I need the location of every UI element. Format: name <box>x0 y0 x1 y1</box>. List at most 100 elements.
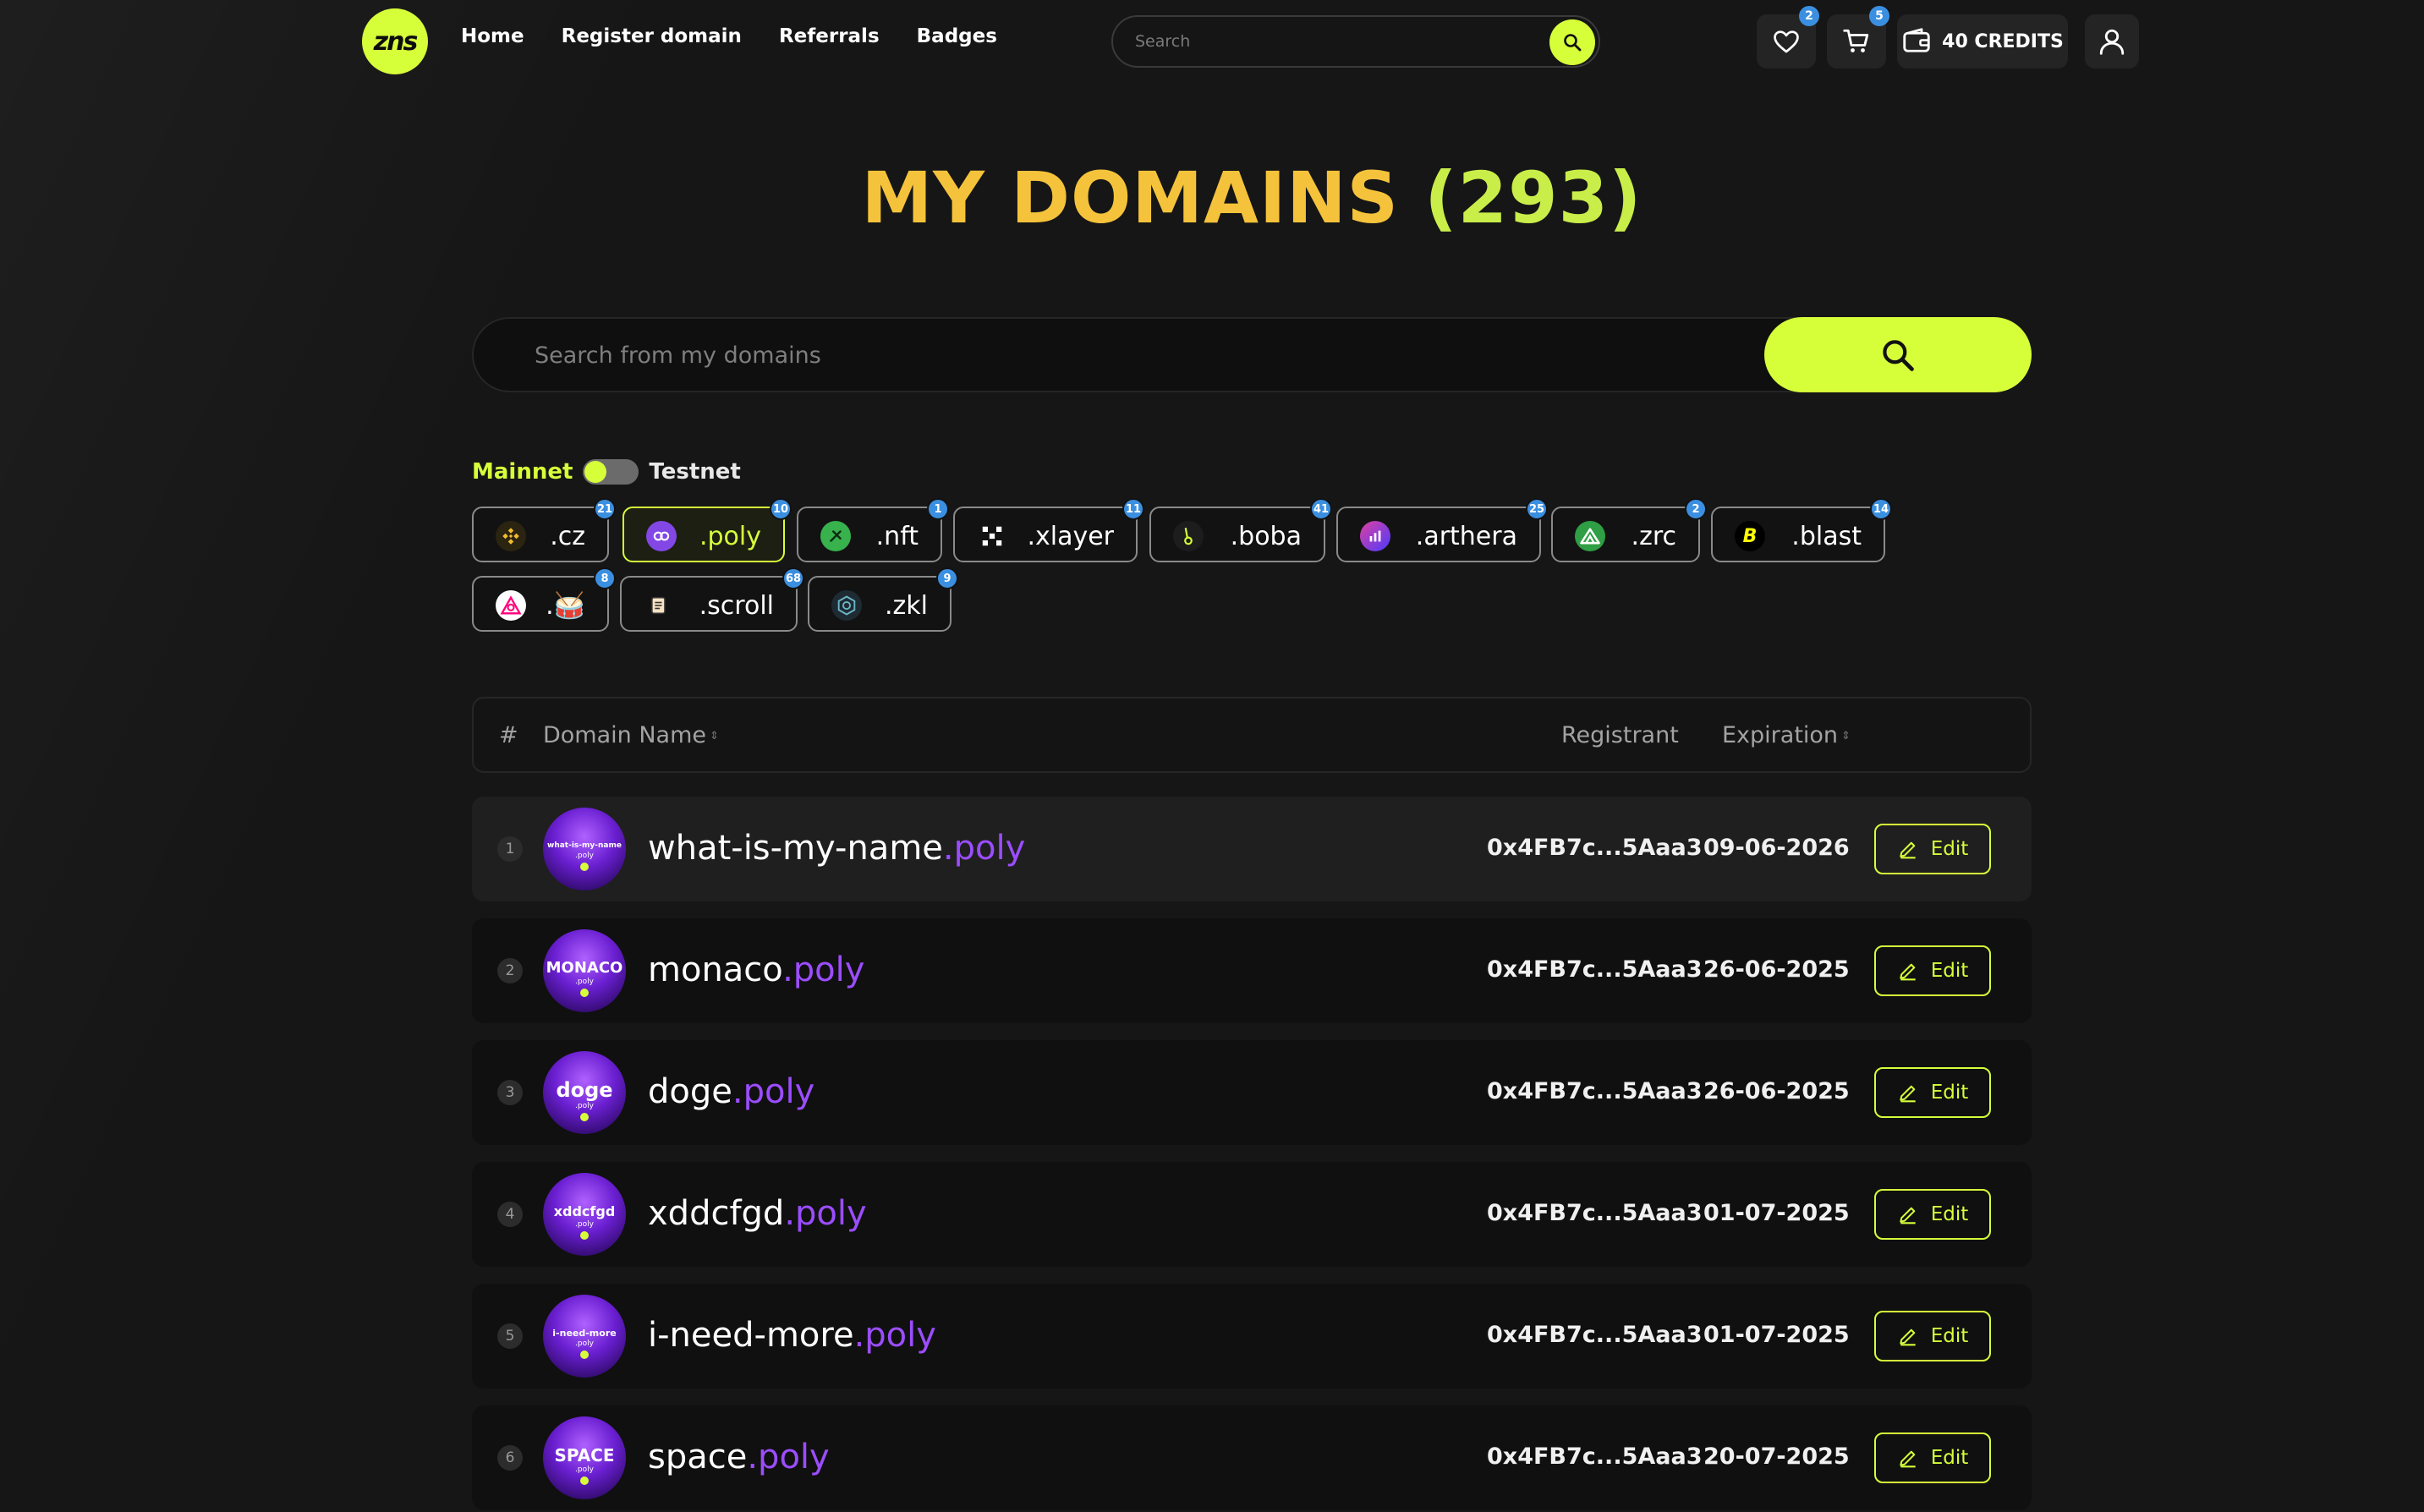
edit-button[interactable]: Edit <box>1874 1433 1991 1483</box>
tld-chip-drum[interactable]: .🥁 8 <box>472 567 616 632</box>
tld-chip-blast[interactable]: B .blast 14 <box>1711 498 1892 562</box>
search-icon <box>1883 339 1914 371</box>
favorites-button[interactable]: 2 <box>1757 6 1819 68</box>
expiration-date: 09-06-2026 <box>1703 835 1850 861</box>
expiration-date: 01-07-2025 <box>1703 1200 1850 1226</box>
header-expiration[interactable]: Expiration ⇕ <box>1722 722 1851 748</box>
domain-search-button[interactable] <box>1764 317 2032 392</box>
domain-label: doge <box>648 1072 732 1111</box>
registrant-address: 0x4FB7c...5Aaa3 <box>1487 1200 1703 1226</box>
sort-icon: ⇕ <box>710 730 719 742</box>
tld-chip-label: .cz <box>550 522 585 551</box>
mainnet-label[interactable]: Mainnet <box>472 459 573 485</box>
domain-label: space <box>648 1438 748 1476</box>
tld-chip-label: .scroll <box>699 591 774 621</box>
table-row[interactable]: 2 MONACO .poly monaco.poly 0x4FB7c...5Aaa… <box>472 918 2032 1023</box>
user-icon <box>2099 29 2125 55</box>
tld-count-badge: 25 <box>1526 498 1548 520</box>
domain-name[interactable]: doge.poly <box>648 1072 814 1111</box>
page-title: MY DOMAINS (293) <box>0 156 2424 239</box>
expiration-date: 26-06-2025 <box>1703 1078 1850 1104</box>
zkl-icon <box>831 590 862 621</box>
edit-button[interactable]: Edit <box>1874 945 1991 996</box>
account-button[interactable] <box>2085 14 2139 68</box>
domain-search-input[interactable] <box>535 337 1719 373</box>
domain-name[interactable]: xddcfgd.poly <box>648 1194 867 1233</box>
domain-name[interactable]: space.poly <box>648 1438 830 1476</box>
tld-chip-scroll[interactable]: .scroll 68 <box>620 567 804 632</box>
boba-icon <box>1173 521 1204 551</box>
domains-table-header: # Domain Name ⇕ Registrant Expiration ⇕ <box>472 697 2032 773</box>
nav-register-domain[interactable]: Register domain <box>562 25 742 47</box>
table-row[interactable]: 4 xddcfgd .poly xddcfgd.poly 0x4FB7c...5A… <box>472 1162 2032 1267</box>
tld-chip-zrc[interactable]: .zrc 2 <box>1551 498 1707 562</box>
polygon-icon <box>646 521 677 551</box>
drum-icon <box>496 590 526 621</box>
table-row[interactable]: 3 doge .poly doge.poly 0x4FB7c...5Aaa3 26… <box>472 1040 2032 1145</box>
edit-button[interactable]: Edit <box>1874 1067 1991 1118</box>
domain-name[interactable]: monaco.poly <box>648 950 864 989</box>
testnet-label[interactable]: Testnet <box>649 459 740 485</box>
pencil-icon <box>1900 963 1916 981</box>
tld-chip-nft[interactable]: .nft 1 <box>797 498 949 562</box>
tld-chip-zkl[interactable]: .zkl 9 <box>808 567 958 632</box>
row-number: 6 <box>497 1445 523 1471</box>
credits-button[interactable]: 40 CREDITS <box>1897 14 2068 68</box>
domain-avatar: i-need-more .poly <box>543 1295 626 1378</box>
tld-chip-label: .zkl <box>885 591 928 621</box>
cart-button[interactable]: 5 <box>1827 6 1889 68</box>
tld-chip-label: .arthera <box>1415 522 1517 551</box>
tld-chip-arthera[interactable]: .arthera 25 <box>1336 498 1548 562</box>
nav-referrals[interactable]: Referrals <box>779 25 880 47</box>
tld-chip-label: .xlayer <box>1027 522 1114 551</box>
row-number: 2 <box>497 958 523 983</box>
tld-chip-boba[interactable]: .boba 41 <box>1149 498 1332 562</box>
edit-button[interactable]: Edit <box>1874 824 1991 874</box>
network-toggle[interactable] <box>583 459 639 485</box>
edit-label: Edit <box>1930 1203 1969 1225</box>
table-row[interactable]: 6 SPACE .poly space.poly 0x4FB7c...5Aaa3 … <box>472 1405 2032 1510</box>
tld-chip-label: .blast <box>1791 522 1862 551</box>
cart-count-badge: 5 <box>1869 6 1889 26</box>
wallet-icon <box>1903 28 1930 52</box>
avatar-text: MONACO <box>546 958 623 977</box>
row-number: 5 <box>497 1323 523 1349</box>
cart-icon <box>1843 29 1869 52</box>
edit-button[interactable]: Edit <box>1874 1311 1991 1361</box>
table-row[interactable]: 5 i-need-more .poly i-need-more.poly 0x4F… <box>472 1284 2032 1389</box>
row-number: 4 <box>497 1202 523 1227</box>
zrc-icon <box>1575 521 1605 551</box>
avatar-tld: .poly <box>575 1465 594 1474</box>
tld-chip-poly[interactable]: .poly 10 <box>622 498 792 562</box>
avatar-text: SPACE <box>554 1444 615 1465</box>
header-search-button[interactable] <box>1549 19 1595 65</box>
tld-count-badge: 9 <box>936 567 958 589</box>
domain-label: xddcfgd <box>648 1194 785 1233</box>
header-domain-name-label: Domain Name <box>543 722 707 748</box>
edit-button[interactable]: Edit <box>1874 1189 1991 1240</box>
logo-text: zns <box>373 26 419 57</box>
domain-name[interactable]: what-is-my-name.poly <box>648 829 1025 868</box>
table-row[interactable]: 1 what-is-my-name .poly what-is-my-name.p… <box>472 797 2032 901</box>
network-switch: Mainnet Testnet <box>472 459 741 485</box>
domain-name[interactable]: i-need-more.poly <box>648 1316 936 1355</box>
header-search-input[interactable] <box>1135 32 1524 51</box>
tld-chip-cz[interactable]: .cz 21 <box>472 498 616 562</box>
tld-count-badge: 1 <box>927 498 949 520</box>
blast-icon: B <box>1735 521 1765 551</box>
page-title-count: (293) <box>1424 156 1643 239</box>
main-nav: Home Register domain Referrals Badges <box>461 25 997 47</box>
edit-label: Edit <box>1930 960 1969 982</box>
registrant-address: 0x4FB7c...5Aaa3 <box>1487 835 1703 861</box>
domain-avatar: xddcfgd .poly <box>543 1173 626 1256</box>
tld-count-badge: 21 <box>594 498 616 520</box>
nav-badges[interactable]: Badges <box>917 25 997 47</box>
tld-chip-xlayer[interactable]: .xlayer 11 <box>953 498 1144 562</box>
nav-home[interactable]: Home <box>461 25 524 47</box>
avatar-text: xddcfgd <box>553 1202 616 1219</box>
heart-icon <box>1774 30 1799 53</box>
arthera-icon <box>1360 521 1390 551</box>
domain-tld: .poly <box>784 1194 867 1233</box>
header-domain-name[interactable]: Domain Name ⇕ <box>543 722 719 748</box>
zns-logo[interactable]: zns <box>362 8 428 74</box>
